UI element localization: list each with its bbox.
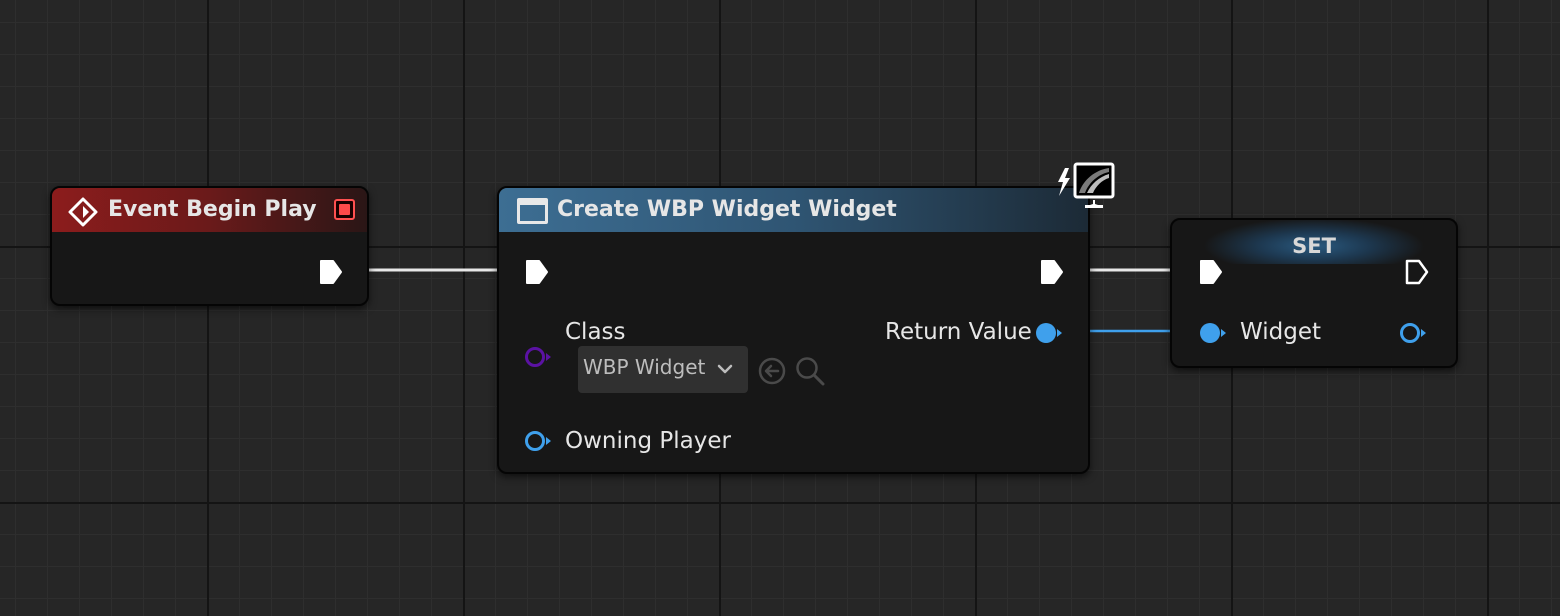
exec-output-pin[interactable] xyxy=(318,258,344,286)
set-node-title: SET xyxy=(1292,234,1336,258)
owning-player-label: Owning Player xyxy=(565,428,731,454)
class-dropdown-value: WBP Widget xyxy=(583,355,706,379)
set-variable-node[interactable]: SET Widget xyxy=(1170,218,1458,368)
class-dropdown[interactable]: WBP Widget xyxy=(578,346,748,393)
class-pin-label: Class xyxy=(565,319,626,345)
use-selected-asset-arrow-icon[interactable] xyxy=(757,356,787,386)
exec-input-pin[interactable] xyxy=(524,258,550,286)
chevron-down-icon xyxy=(717,364,733,374)
event-node-header[interactable]: Event Begin Play xyxy=(52,188,367,232)
exec-output-pin[interactable] xyxy=(1039,258,1065,286)
event-diamond-icon xyxy=(68,197,98,227)
class-input-pin[interactable] xyxy=(524,345,554,369)
exec-input-pin[interactable] xyxy=(1198,258,1224,286)
create-node-header[interactable]: Create WBP Widget Widget xyxy=(499,188,1088,232)
widget-pin-label: Widget xyxy=(1240,319,1321,345)
return-value-output-pin[interactable] xyxy=(1034,321,1064,345)
delegate-output-pin[interactable] xyxy=(334,199,355,220)
create-widget-node[interactable]: Create WBP Widget Widget Class Return Va… xyxy=(497,186,1090,474)
event-node-title: Event Begin Play xyxy=(108,197,317,222)
return-value-label: Return Value xyxy=(885,319,1032,345)
blueprint-graph-canvas[interactable]: Event Begin Play Create WBP Widget Widge… xyxy=(0,0,1560,616)
widget-output-pin[interactable] xyxy=(1399,321,1429,345)
widget-window-icon xyxy=(517,198,548,224)
widget-input-pin[interactable] xyxy=(1198,321,1228,345)
exec-output-pin[interactable] xyxy=(1404,258,1430,286)
browse-search-icon[interactable] xyxy=(794,355,826,387)
owning-player-input-pin[interactable] xyxy=(524,429,554,453)
event-begin-play-node[interactable]: Event Begin Play xyxy=(50,186,369,306)
create-node-title: Create WBP Widget Widget xyxy=(557,197,897,222)
client-only-monitor-icon xyxy=(1058,162,1115,208)
